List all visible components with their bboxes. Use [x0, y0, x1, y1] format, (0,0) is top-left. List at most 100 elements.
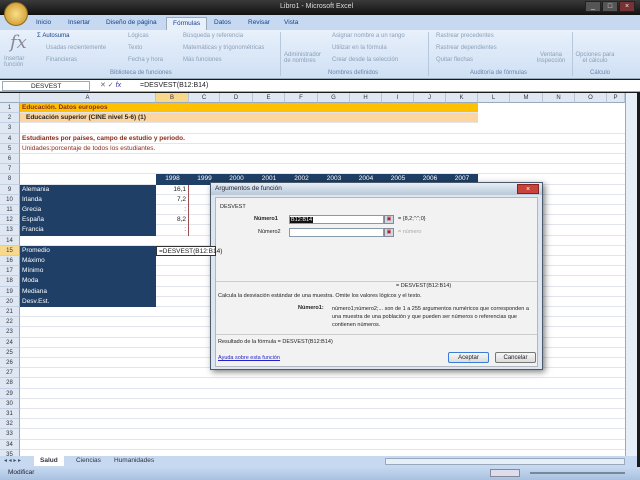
name-box[interactable]: DESVEST [2, 81, 90, 91]
cancel-check-fx-icons[interactable]: ✕ ✓ fx [100, 81, 121, 89]
logical-button[interactable]: Lógicas [128, 33, 149, 39]
cell-A4[interactable]: Estudiantes por países, campo de estudio… [20, 134, 185, 144]
cell-B9[interactable]: 16,1 [156, 184, 189, 195]
remove-arrows-button[interactable]: Quitar flechas [436, 57, 473, 63]
column-header-B[interactable]: B [156, 93, 189, 103]
row-header[interactable]: 4 [0, 133, 20, 144]
financial-button[interactable]: Financieras [46, 57, 77, 63]
tab-0[interactable]: Inicio [30, 17, 57, 30]
create-from-selection-button[interactable]: Crear desde la selección [332, 57, 398, 63]
autosum-button[interactable]: Autosuma [42, 33, 69, 39]
trace-precedents-button[interactable]: Rastrear precedentes [436, 33, 494, 39]
column-header-K[interactable]: K [446, 93, 478, 103]
row-header[interactable]: 32 [0, 419, 20, 430]
insert-function-button[interactable]: Insertar función [4, 56, 34, 68]
calc-options-button[interactable]: Opciones para el cálculo [575, 52, 615, 64]
define-name-button[interactable]: Asignar nombre a un rango [332, 33, 405, 39]
watch-window-button[interactable]: Ventana Inspección [533, 52, 569, 64]
column-header-A[interactable]: A [20, 93, 156, 103]
row-header[interactable]: 25 [0, 347, 20, 358]
row-header[interactable]: 33 [0, 429, 20, 440]
cell-A12[interactable]: España [20, 215, 156, 226]
tab-1[interactable]: Insertar [62, 17, 96, 30]
vertical-scrollbar[interactable] [625, 93, 637, 456]
row-header[interactable]: 6 [0, 154, 20, 165]
cell-A1[interactable]: Educación. Datos europeos [20, 103, 156, 113]
tab-3[interactable]: Fórmulas [166, 17, 208, 30]
row-header[interactable]: 16 [0, 256, 20, 267]
cell-A13[interactable]: Francia [20, 225, 156, 236]
use-in-formula-button[interactable]: Utilizar en la fórmula [332, 45, 387, 51]
cell-A15[interactable]: Promedio [20, 245, 156, 256]
row-header[interactable]: 14 [0, 235, 20, 246]
sheet-nav-arrows[interactable]: ◂ ◂ ▸ ▸ [4, 457, 21, 464]
row-header[interactable]: 29 [0, 388, 20, 399]
row-header[interactable]: 9 [0, 184, 20, 195]
zoom-slider[interactable] [530, 472, 625, 474]
maximize-button[interactable]: □ [602, 1, 618, 12]
cell-B8[interactable]: 1998 [156, 174, 189, 185]
cell-A16[interactable]: Máximo [20, 256, 156, 267]
row-header[interactable]: 3 [0, 123, 20, 134]
row-header[interactable]: 30 [0, 398, 20, 409]
dialog-close-button[interactable]: × [517, 184, 539, 194]
row-header[interactable]: 11 [0, 205, 20, 216]
cell-A19[interactable]: Mediana [20, 286, 156, 297]
column-header-P[interactable]: P [607, 93, 625, 103]
row-header[interactable]: 24 [0, 337, 20, 348]
row-header[interactable]: 13 [0, 225, 20, 236]
row-header[interactable]: 23 [0, 327, 20, 338]
column-header-L[interactable]: L [478, 93, 510, 103]
cell-A17[interactable]: Mínimo [20, 266, 156, 277]
column-header-E[interactable]: E [253, 93, 285, 103]
column-header-H[interactable]: H [350, 93, 382, 103]
row-header[interactable]: 18 [0, 276, 20, 287]
cell-A2[interactable]: Educación superior (CINE nivel 5-6) (1) [20, 113, 156, 123]
row-header[interactable]: 26 [0, 358, 20, 369]
tab-4[interactable]: Datos [208, 17, 237, 30]
cell-A9[interactable]: Alemania [20, 184, 156, 195]
name-manager-button[interactable]: Administrador de nombres [284, 52, 324, 64]
cell-B15[interactable]: =DESVEST(B12:B14) [156, 245, 222, 256]
row-header[interactable]: 22 [0, 317, 20, 328]
select-all[interactable] [0, 93, 20, 103]
column-header-O[interactable]: O [575, 93, 607, 103]
sheet-tab-0[interactable]: Salud [34, 456, 64, 466]
tab-6[interactable]: Vista [278, 17, 304, 30]
cell-A5[interactable]: Unidades:porcentaje de todos los estudia… [20, 144, 156, 154]
trace-dependents-button[interactable]: Rastrear dependientes [436, 45, 497, 51]
tab-5[interactable]: Revisar [242, 17, 276, 30]
row-header[interactable]: 8 [0, 174, 20, 185]
row-header[interactable]: 12 [0, 215, 20, 226]
close-button[interactable]: × [619, 1, 635, 12]
sheet-tab-1[interactable]: Ciencias [70, 456, 107, 466]
cell-B10[interactable]: 7,2 [156, 194, 189, 205]
collapse-dialog-icon[interactable]: ▣ [384, 228, 394, 237]
column-header-C[interactable]: C [189, 93, 220, 103]
horizontal-scrollbar[interactable] [385, 458, 625, 465]
cell-A20[interactable]: Desv.Est. [20, 296, 156, 307]
recent-button[interactable]: Usadas recientemente [46, 45, 106, 51]
cell-B13[interactable]: : [156, 225, 189, 236]
column-header-I[interactable]: I [382, 93, 414, 103]
arg1-input[interactable]: B12:B14 [289, 215, 384, 224]
row-header[interactable]: 15 [0, 245, 20, 256]
row-header[interactable]: 17 [0, 266, 20, 277]
row-header[interactable]: 34 [0, 439, 20, 450]
row-header[interactable]: 20 [0, 296, 20, 307]
column-header-F[interactable]: F [285, 93, 318, 103]
cell-B11[interactable]: : [156, 205, 189, 216]
sheet-tab-2[interactable]: Humanidades [108, 456, 160, 466]
formula-input[interactable]: =DESVEST(B12:B14) [140, 81, 208, 91]
view-buttons[interactable] [490, 469, 520, 477]
more-functions-button[interactable]: Más funciones [183, 57, 222, 63]
ok-button[interactable]: Aceptar [448, 352, 489, 363]
row-header[interactable]: 1 [0, 103, 20, 114]
row-header[interactable]: 28 [0, 378, 20, 389]
math-button[interactable]: Matemáticas y trigonométricas [183, 45, 264, 51]
row-header[interactable]: 10 [0, 194, 20, 205]
tab-2[interactable]: Diseño de página [100, 17, 163, 30]
cell-A11[interactable]: Grecia [20, 205, 156, 216]
datetime-button[interactable]: Fecha y hora [128, 57, 163, 63]
minimize-button[interactable]: _ [585, 1, 601, 12]
